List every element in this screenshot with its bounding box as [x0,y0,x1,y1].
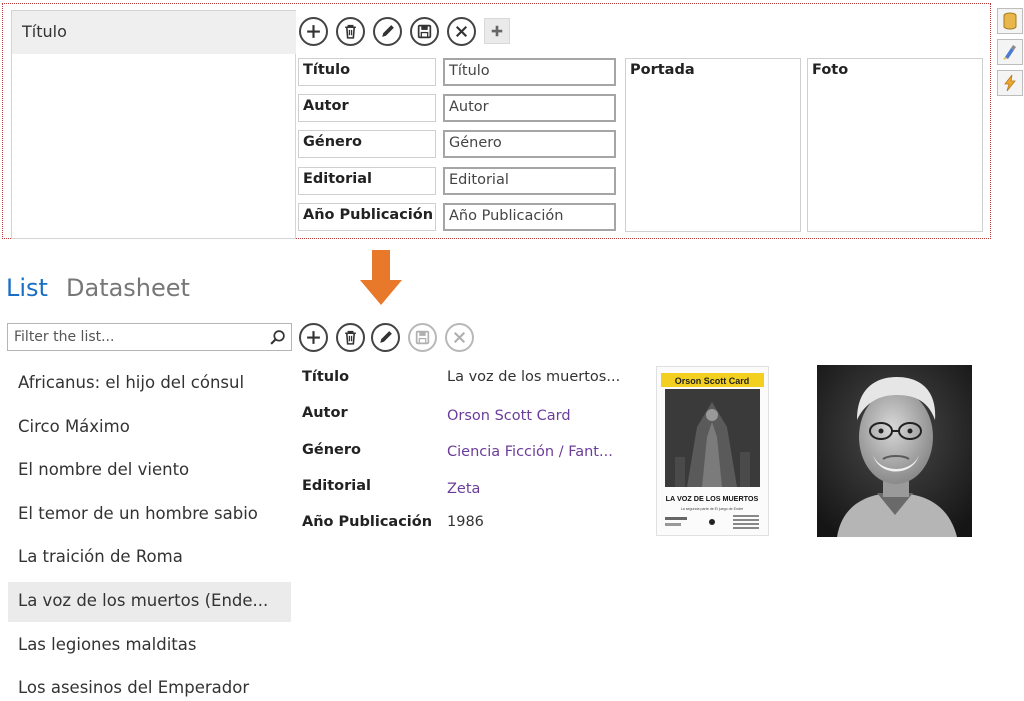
field-label-editorial: Editorial [302,478,372,494]
trash-icon [345,24,356,39]
data-source-button[interactable] [997,8,1023,34]
cover-subtitle-text: La segunda parte de El juego de Ender [681,507,744,511]
designer-field-label-autor[interactable]: Autor [298,94,436,122]
plus-icon [307,331,320,344]
list-item[interactable]: Las legiones malditas [8,626,291,666]
book-cover-image: Orson Scott Card LA VOZ DE LOS MUERTOS L… [656,366,769,536]
field-label-anio: Año Publicación [302,514,433,530]
edit-button[interactable] [373,17,402,46]
edit-button[interactable] [371,323,400,352]
field-label-autor: Autor [302,405,348,421]
save-button[interactable] [408,323,437,352]
field-value-autor-link[interactable]: Orson Scott Card [447,408,571,424]
view-designer-panel: Título Título Título Autor Autor Género … [2,3,991,239]
designer-foto-image-box[interactable]: Foto [807,58,983,232]
arrow-down-icon [360,250,402,305]
list-item[interactable]: Los asesinos del Emperador [8,669,291,701]
designer-field-input-genero[interactable]: Género [443,130,616,158]
cover-title-text: LA VOZ DE LOS MUERTOS [666,494,759,503]
field-value-titulo: La voz de los muertos... [447,369,621,385]
designer-list-column[interactable]: Título [11,10,296,239]
designer-field-label-genero[interactable]: Género [298,130,436,158]
add-button[interactable] [299,323,328,352]
designer-field-input-anio[interactable]: Año Publicación [443,203,616,231]
cancel-button[interactable] [447,17,476,46]
close-icon [453,331,466,344]
designer-field-input-titulo[interactable]: Título [443,58,616,86]
list-item[interactable]: La traición de Roma [8,538,291,578]
filter-box [7,323,292,351]
cover-author-text: Orson Scott Card [675,376,750,386]
trash-icon [345,330,356,345]
field-label-genero: Género [302,442,362,458]
search-icon[interactable] [269,329,286,346]
filter-input[interactable] [14,325,264,349]
pencil-icon [380,331,392,343]
list-item[interactable]: El temor de un hombre sabio [8,495,291,535]
author-photo [817,365,972,537]
list-item[interactable]: Circo Máximo [8,408,291,448]
plus-icon [491,25,503,37]
lightning-icon [1004,74,1016,92]
save-button[interactable] [410,17,439,46]
formatting-button[interactable] [997,39,1023,65]
designer-portada-image-box[interactable]: Portada [625,58,801,232]
database-icon [1003,12,1017,30]
designer-field-label-titulo[interactable]: Título [298,58,436,86]
list-item-selected[interactable]: La voz de los muertos (Ende... [8,582,291,622]
add-button[interactable] [299,17,328,46]
cancel-button[interactable] [445,323,474,352]
designer-list-header[interactable]: Título [12,10,296,54]
tab-datasheet[interactable]: Datasheet [66,274,190,302]
plus-icon [307,25,320,38]
designer-field-input-autor[interactable]: Autor [443,94,616,122]
save-icon [415,330,430,345]
field-value-genero-link[interactable]: Ciencia Ficción / Fant... [447,444,613,460]
close-icon [455,25,468,38]
delete-button[interactable] [336,17,365,46]
designer-field-label-anio[interactable]: Año Publicación [298,203,436,231]
designer-field-input-editorial[interactable]: Editorial [443,167,616,195]
actions-button[interactable] [997,70,1023,96]
list-item[interactable]: Africanus: el hijo del cónsul [8,364,291,404]
save-icon [417,24,432,39]
designer-field-label-editorial[interactable]: Editorial [298,167,436,195]
designer-list-header-label: Título [22,22,67,41]
tab-list[interactable]: List [6,274,48,302]
delete-button[interactable] [336,323,365,352]
add-action-button[interactable] [484,18,510,44]
paintbrush-icon [1003,45,1016,60]
list-item[interactable]: El nombre del viento [8,451,291,491]
pencil-icon [382,25,394,37]
field-value-anio: 1986 [447,514,484,530]
field-label-titulo: Título [302,369,350,385]
field-value-editorial-link[interactable]: Zeta [447,481,480,497]
